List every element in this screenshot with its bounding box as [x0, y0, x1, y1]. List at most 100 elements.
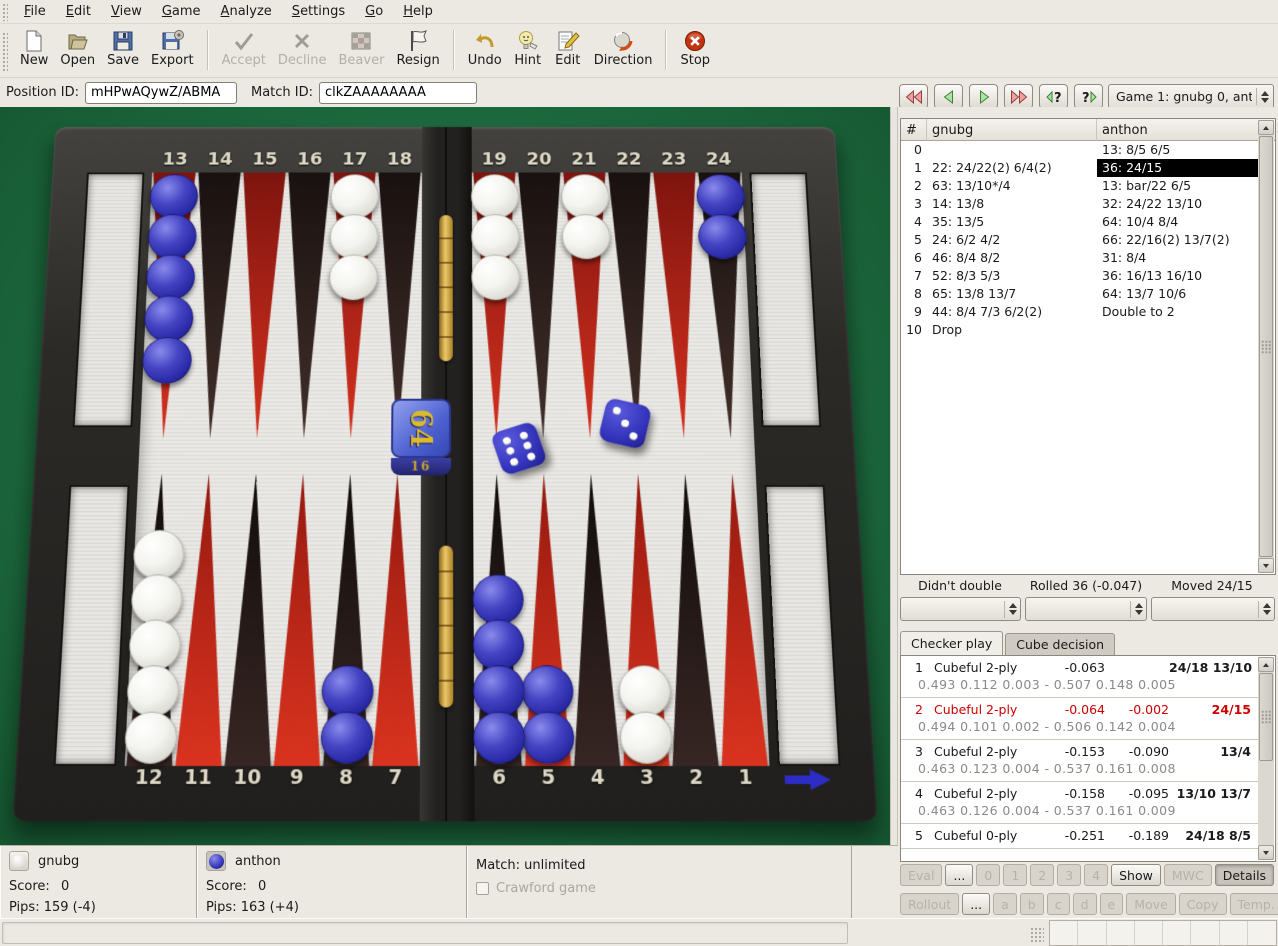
toolbar-direction-button[interactable]: Direction — [588, 27, 659, 69]
column-header-gnubg[interactable]: gnubg — [927, 119, 1097, 141]
checker-blue[interactable] — [472, 620, 524, 671]
previous-marked-move-button[interactable]: ? — [1039, 84, 1068, 109]
move-cell-gnubg[interactable]: 63: 13/10*/4 — [927, 177, 1097, 195]
menu-file[interactable]: File — [14, 1, 56, 22]
analysis-row-5[interactable]: 5Cubeful 0-ply-0.251-0.18924/18 8/5 — [901, 824, 1259, 849]
analysis-row-4[interactable]: 4Cubeful 2-ply-0.158-0.09513/10 13/70.46… — [901, 782, 1259, 824]
4-button[interactable]: 4 — [1084, 864, 1108, 886]
move-row-10[interactable]: 10Drop — [901, 321, 1259, 339]
0-button[interactable]: 0 — [976, 864, 1000, 886]
move-row-7[interactable]: 752: 8/3 5/336: 16/13 16/10 — [901, 267, 1259, 285]
move-cell-anthon[interactable]: Double to 2 — [1097, 303, 1259, 321]
move-row-3[interactable]: 314: 13/832: 24/22 13/10 — [901, 195, 1259, 213]
move-cell-anthon[interactable]: 31: 8/4 — [1097, 249, 1259, 267]
toolbar-stop-button[interactable]: Stop — [674, 27, 716, 69]
direction-arrow-icon[interactable] — [784, 768, 831, 791]
move-cell-anthon[interactable]: 13: 8/5 6/5 — [1097, 141, 1259, 159]
next-roll-button[interactable] — [969, 84, 998, 109]
checker-white[interactable] — [471, 255, 520, 301]
checker-blue[interactable] — [321, 665, 374, 717]
move-cell-anthon[interactable] — [1097, 321, 1259, 339]
temp-map-button[interactable]: Temp. Map — [1230, 893, 1278, 915]
checker-blue[interactable] — [320, 712, 373, 764]
previous-game-button[interactable] — [899, 84, 928, 109]
move-cell-anthon[interactable]: 36: 16/13 16/10 — [1097, 267, 1259, 285]
rollout-button[interactable]: Rollout — [900, 893, 959, 915]
bearoff-tray-top-left[interactable] — [73, 173, 145, 428]
move-row-1[interactable]: 122: 24/22(2) 6/4(2)36: 24/15 — [901, 159, 1259, 177]
menu-game[interactable]: Game — [152, 1, 211, 22]
scroll-down-icon[interactable] — [1258, 845, 1274, 860]
analysis-scrollbar[interactable] — [1258, 657, 1274, 860]
checker-white[interactable] — [471, 214, 520, 259]
game-selector-combo[interactable]: Game 1: gnubg 0, anth — [1108, 84, 1274, 109]
move-cell-gnubg[interactable]: 65: 13/8 13/7 — [927, 285, 1097, 303]
c-button[interactable]: c — [1047, 893, 1070, 915]
toolbar-undo-button[interactable]: Undo — [462, 27, 508, 69]
menu-view[interactable]: View — [101, 1, 152, 22]
analysis-row-1[interactable]: 1Cubeful 2-ply-0.06324/18 13/100.493 0.1… — [901, 656, 1259, 698]
move-row-0[interactable]: 013: 8/5 6/5 — [901, 141, 1259, 159]
toolbar-new-button[interactable]: New — [14, 27, 54, 69]
3-button[interactable]: 3 — [1057, 864, 1081, 886]
position-id-input[interactable] — [85, 82, 237, 104]
checker-blue[interactable] — [472, 574, 523, 624]
toolbar-beaver-button[interactable]: Beaver — [333, 27, 391, 69]
more-options-button[interactable]: ... — [962, 893, 990, 915]
1-button[interactable]: 1 — [1003, 864, 1027, 886]
show-button[interactable]: Show — [1111, 864, 1161, 886]
next-marked-move-button[interactable]: ? — [1074, 84, 1103, 109]
column-header-anthon[interactable]: anthon — [1097, 119, 1275, 141]
toolbar-grip-handle[interactable] — [2, 32, 8, 72]
d-button[interactable]: d — [1073, 893, 1097, 915]
tab-checker-play[interactable]: Checker play — [900, 631, 1003, 655]
2-button[interactable]: 2 — [1030, 864, 1054, 886]
toolbar-export-button[interactable]: Export — [145, 27, 200, 69]
cube-skill-combo[interactable] — [900, 597, 1021, 621]
menu-go[interactable]: Go — [355, 1, 393, 22]
scrollbar-thumb[interactable] — [1259, 673, 1273, 761]
spinner-icon[interactable] — [1256, 88, 1269, 105]
toolbar-edit-button[interactable]: Edit — [548, 27, 588, 69]
details-button[interactable]: Details — [1215, 864, 1274, 886]
checker-white[interactable] — [329, 214, 378, 259]
bearoff-tray-top-right[interactable] — [749, 173, 821, 428]
menu-analyze[interactable]: Analyze — [211, 1, 282, 22]
move-cell-gnubg[interactable]: 22: 24/22(2) 6/4(2) — [927, 159, 1097, 177]
menu-settings[interactable]: Settings — [282, 1, 355, 22]
checker-blue[interactable] — [521, 712, 574, 764]
checker-blue[interactable] — [472, 665, 524, 717]
copy-button[interactable]: Copy — [1179, 893, 1227, 915]
crawford-checkbox[interactable] — [476, 882, 489, 895]
checker-white[interactable] — [330, 174, 379, 218]
analysis-row-3[interactable]: 3Cubeful 2-ply-0.153-0.09013/40.463 0.12… — [901, 740, 1259, 782]
eval-button[interactable]: Eval — [900, 864, 942, 886]
match-id-input[interactable] — [319, 82, 477, 104]
a-button[interactable]: a — [993, 893, 1017, 915]
move-button[interactable]: Move — [1126, 893, 1176, 915]
checker-blue[interactable] — [521, 665, 574, 717]
move-cell-gnubg[interactable]: 44: 8/4 7/3 6/2(2) — [927, 303, 1097, 321]
tab-cube-decision[interactable]: Cube decision — [1005, 633, 1115, 655]
next-game-button[interactable] — [1004, 84, 1033, 109]
move-cell-anthon[interactable]: 64: 13/7 10/6 — [1097, 285, 1259, 303]
scroll-up-icon[interactable] — [1258, 120, 1274, 135]
menu-edit[interactable]: Edit — [56, 1, 101, 22]
move-row-8[interactable]: 865: 13/8 13/764: 13/7 10/6 — [901, 285, 1259, 303]
gnubg-checker-button[interactable] — [9, 851, 29, 871]
paned-divider[interactable] — [890, 107, 898, 845]
toolbar-resign-button[interactable]: Resign — [390, 27, 445, 69]
move-cell-anthon-selected[interactable]: 36: 24/15 — [1097, 159, 1259, 177]
scroll-down-icon[interactable] — [1258, 558, 1274, 573]
toolbar-accept-button[interactable]: Accept — [216, 27, 272, 69]
checker-white[interactable] — [561, 214, 610, 259]
mwc-button[interactable]: MWC — [1164, 864, 1212, 886]
move-row-4[interactable]: 435: 13/564: 10/4 8/4 — [901, 213, 1259, 231]
move-cell-gnubg[interactable]: 46: 8/4 8/2 — [927, 249, 1097, 267]
resize-grip-icon[interactable] — [1030, 927, 1044, 942]
analysis-row-2[interactable]: 2Cubeful 2-ply-0.064-0.00224/150.494 0.1… — [901, 698, 1259, 740]
move-cell-gnubg[interactable]: Drop — [927, 321, 1097, 339]
move-cell-anthon[interactable]: 32: 24/22 13/10 — [1097, 195, 1259, 213]
more-options-button[interactable]: ... — [945, 864, 973, 886]
move-cell-gnubg[interactable]: 52: 8/3 5/3 — [927, 267, 1097, 285]
